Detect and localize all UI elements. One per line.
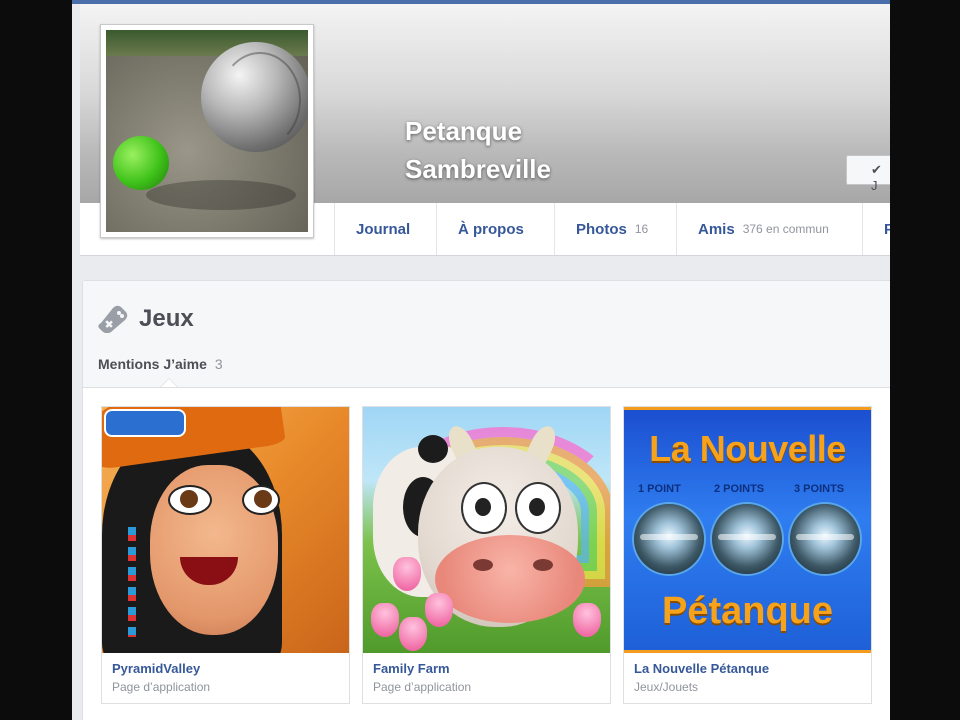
art-eye [461,482,507,534]
tab-label: Amis [698,220,735,238]
art-eye [515,482,561,534]
page-title[interactable]: Petanque Sambreville [405,112,551,188]
games-section-header: Jeux Mentions J’aime 3 [83,281,890,388]
art-cow-spot [418,435,448,463]
subtab-likes[interactable]: Mentions J’aime 3 [98,356,223,372]
boule-icon [790,504,860,574]
profile-picture[interactable] [100,24,314,238]
subtab-label: Mentions J’aime [98,356,207,372]
tab-label: Journal [356,220,411,238]
tab-photos[interactable]: Photos 16 [554,203,677,255]
tab-a-propos[interactable]: À propos [436,203,555,255]
art-tulip [399,617,427,651]
cochonnet-ball [113,136,169,190]
like-button[interactable]: ✔ J [846,155,890,193]
family-farm-thumbnail[interactable] [363,407,610,653]
game-category: Jeux/Jouets [634,680,699,694]
tab-more[interactable]: P [862,203,890,255]
boule-icon [634,504,704,574]
subtab-count: 3 [214,356,223,372]
art-nostril [533,559,553,571]
tab-journal[interactable]: Journal [334,203,438,255]
game-title[interactable]: PyramidValley [112,661,200,676]
tab-count: 376 en commun [742,222,829,236]
art-tulip [393,557,421,591]
tab-label: Photos [576,220,627,238]
game-category: Page d’application [373,680,472,694]
tab-count: 16 [634,222,649,236]
like-button-label: ✔ J [871,162,882,193]
la-nouvelle-petanque-thumbnail[interactable]: La Nouvelle 1 POINT 2 POINTS 3 POINTS Pé… [624,407,871,653]
pyramidvalley-thumbnail[interactable] [102,407,349,653]
art-points-label: 3 POINTS [794,483,845,495]
game-category: Page d’application [112,680,211,694]
game-title[interactable]: Family Farm [373,661,450,676]
art-beads [128,527,136,637]
art-points-label: 2 POINTS [714,483,765,495]
art-tulip [573,603,601,637]
games-section: Jeux Mentions J’aime 3 PyramidValley Pag… [82,280,890,720]
facebook-page: Petanque Sambreville ✔ J Journal À propo… [72,0,890,720]
art-title-bottom: Pétanque [661,590,834,632]
game-tile-family-farm[interactable]: Family Farm Page d’application [362,406,611,704]
game-tile-pyramidvalley[interactable]: PyramidValley Page d’application [101,406,350,704]
active-caret [161,379,177,387]
tab-label: P [884,220,890,238]
tab-label: À propos [458,220,524,238]
game-tile-la-nouvelle-petanque[interactable]: La Nouvelle 1 POINT 2 POINTS 3 POINTS Pé… [623,406,872,704]
art-title-top: La Nouvelle [649,428,846,469]
art-snout [435,535,585,623]
art-eye [168,485,212,515]
art-points-label: 1 POINT [638,483,681,495]
pyramidvalley-logo [104,409,186,437]
art-eye [242,485,280,515]
art-tulip [371,603,399,637]
gamepad-icon [98,305,128,333]
photo-shadow [146,180,296,210]
tab-amis[interactable]: Amis 376 en commun [676,203,862,255]
art-nostril [473,559,493,571]
game-title[interactable]: La Nouvelle Pétanque [634,661,769,676]
art-tulip [425,593,453,627]
boule-ball [201,42,308,152]
boule-icon [712,504,782,574]
section-title: Jeux [139,305,194,332]
petanque-photo [106,30,308,232]
